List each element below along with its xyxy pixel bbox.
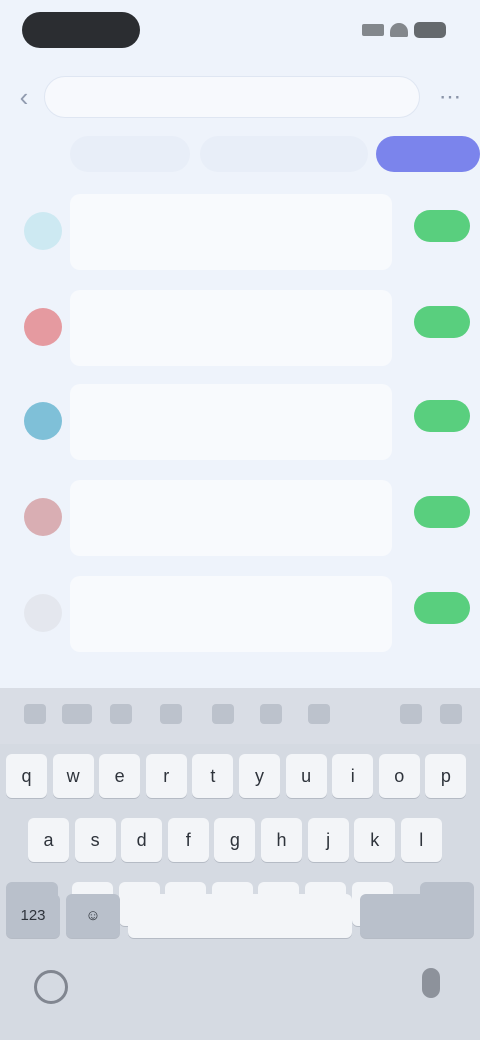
battery-icon <box>414 22 446 38</box>
keyboard-tool-icon[interactable] <box>24 704 46 724</box>
list-item[interactable] <box>0 378 480 468</box>
key-w[interactable]: w <box>52 754 94 798</box>
avatar <box>24 212 62 250</box>
key-p[interactable]: p <box>425 754 467 798</box>
keyboard-tool-icon[interactable] <box>212 704 234 724</box>
list-item[interactable] <box>0 188 480 278</box>
microphone-icon[interactable] <box>422 968 440 998</box>
keyboard-tool-icon[interactable] <box>62 704 92 724</box>
keyboard-bottom-bar <box>0 950 480 1040</box>
keyboard: qwertyuiop asdfghjkl ⇧ ⌫ zxcvbnm 123 ☺ <box>0 688 480 1040</box>
key-e[interactable]: e <box>99 754 141 798</box>
key-q[interactable]: q <box>6 754 47 798</box>
list-item[interactable] <box>0 284 480 374</box>
filter-chip-3[interactable] <box>376 136 480 172</box>
filter-row <box>0 130 480 180</box>
list-item-content[interactable] <box>70 384 392 460</box>
more-icon[interactable]: ⋯ <box>436 82 464 112</box>
signal-icon <box>362 24 384 36</box>
status-icons <box>362 20 448 40</box>
avatar <box>24 594 62 632</box>
key-g[interactable]: g <box>214 818 256 862</box>
list-item-content[interactable] <box>70 290 392 366</box>
result-list <box>0 188 480 668</box>
key-f[interactable]: f <box>167 818 209 862</box>
keyboard-row-1: qwertyuiop <box>0 748 480 804</box>
keyboard-row-2: asdfghjkl <box>0 812 480 868</box>
list-item-content[interactable] <box>70 576 392 652</box>
action-button[interactable] <box>414 496 470 528</box>
filter-chip-2[interactable] <box>200 136 368 172</box>
action-button[interactable] <box>414 210 470 242</box>
list-item[interactable] <box>0 474 480 564</box>
return-key[interactable] <box>360 894 474 938</box>
list-item-content[interactable] <box>70 480 392 556</box>
key-k[interactable]: k <box>354 818 396 862</box>
globe-icon[interactable] <box>34 970 68 1004</box>
key-i[interactable]: i <box>332 754 374 798</box>
key-s[interactable]: s <box>74 818 116 862</box>
key-t[interactable]: t <box>192 754 234 798</box>
key-l[interactable]: l <box>400 818 442 862</box>
keyboard-collapse-icon[interactable] <box>440 704 462 724</box>
list-item-content[interactable] <box>70 194 392 270</box>
search-box[interactable] <box>44 76 420 118</box>
numbers-key[interactable]: 123 <box>6 894 60 938</box>
key-h[interactable]: h <box>261 818 302 862</box>
keyboard-tool-icon[interactable] <box>260 704 282 724</box>
space-key[interactable] <box>128 894 352 938</box>
keyboard-tool-icon[interactable] <box>308 704 330 724</box>
key-u[interactable]: u <box>285 754 327 798</box>
action-button[interactable] <box>414 400 470 432</box>
key-a[interactable]: a <box>28 818 69 862</box>
keyboard-tool-icon[interactable] <box>400 704 422 724</box>
search-row: ‹ ⋯ <box>0 68 480 126</box>
key-y[interactable]: y <box>239 754 280 798</box>
key-d[interactable]: d <box>121 818 163 862</box>
action-button[interactable] <box>414 306 470 338</box>
search-input[interactable] <box>61 87 395 107</box>
emoji-key[interactable]: ☺ <box>66 894 120 938</box>
filter-chip-1[interactable] <box>70 136 190 172</box>
list-item[interactable] <box>0 570 480 660</box>
key-o[interactable]: o <box>378 754 420 798</box>
keyboard-row-bottom: 123 ☺ <box>0 884 480 948</box>
avatar <box>24 308 62 346</box>
key-r[interactable]: r <box>145 754 187 798</box>
wifi-icon <box>390 23 408 37</box>
back-icon[interactable]: ‹ <box>12 82 36 112</box>
status-bar <box>0 0 480 60</box>
avatar <box>24 402 62 440</box>
key-j[interactable]: j <box>307 818 349 862</box>
avatar <box>24 498 62 536</box>
keyboard-tool-icon[interactable] <box>160 704 182 724</box>
keyboard-tool-icon[interactable] <box>110 704 132 724</box>
action-button[interactable] <box>414 592 470 624</box>
dynamic-island <box>22 12 140 48</box>
keyboard-suggestion-bar <box>0 688 480 744</box>
